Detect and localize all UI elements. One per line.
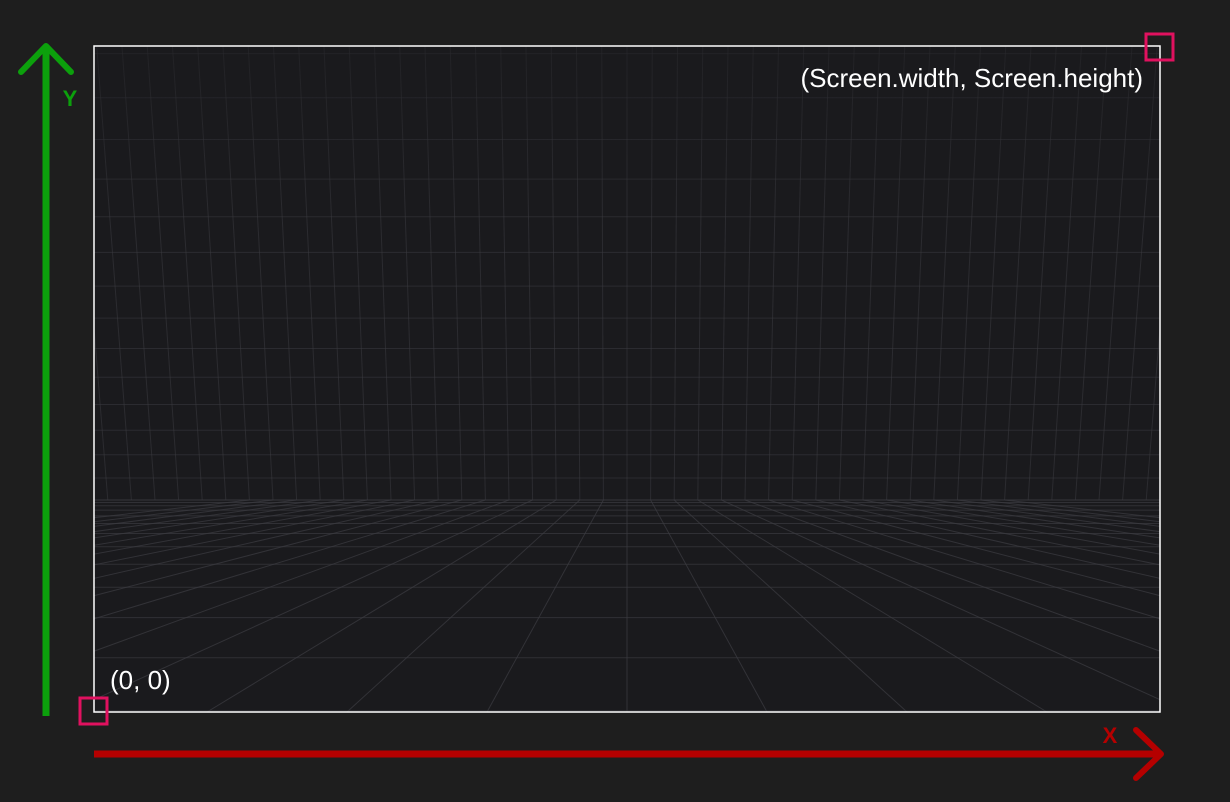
bottom-left-corner-label: (0, 0)	[110, 665, 171, 695]
screen-coordinates-diagram: Y X (Screen.width, Screen.height) (0, 0)	[0, 0, 1230, 802]
wall-grid-vertical-line	[1170, 46, 1208, 500]
diagram-canvas: Y X (Screen.width, Screen.height) (0, 0)	[18, 32, 1230, 781]
top-right-corner-label: (Screen.width, Screen.height)	[800, 63, 1143, 93]
y-axis: Y	[18, 43, 78, 716]
wall-grid-vertical-line	[46, 46, 84, 500]
wall-grid-vertical-line	[1193, 46, 1230, 500]
x-axis: X	[94, 723, 1164, 781]
wall-grid-vertical-line	[21, 46, 61, 500]
x-axis-label: X	[1103, 723, 1118, 748]
y-axis-label: Y	[63, 86, 78, 111]
